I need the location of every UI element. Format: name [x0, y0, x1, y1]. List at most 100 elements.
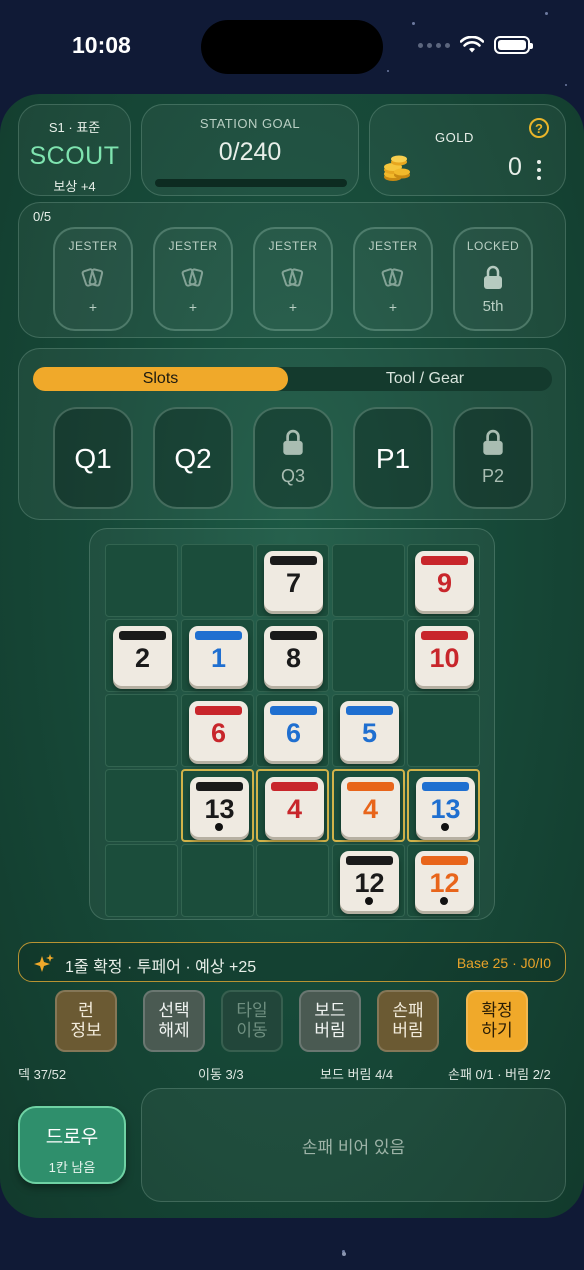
- station-goal-panel: STATION GOAL 0/240: [141, 104, 359, 196]
- tile[interactable]: 9: [415, 551, 474, 611]
- jester-slot[interactable]: JESTER +: [53, 227, 133, 331]
- coins-icon: [384, 155, 410, 181]
- tile[interactable]: 12: [340, 851, 399, 911]
- tile-pip: [365, 897, 373, 905]
- jester-slot-label: JESTER: [168, 239, 218, 253]
- discard-board-button[interactable]: 보드 버림: [299, 990, 361, 1052]
- status-icons: [418, 36, 533, 54]
- tile-color-band: [346, 706, 393, 715]
- more-menu-icon[interactable]: [535, 160, 543, 180]
- board-cell[interactable]: 6: [181, 694, 254, 767]
- move-tile-button[interactable]: 타일 이동: [221, 990, 283, 1052]
- tile-number: 6: [210, 718, 227, 748]
- tile-color-band: [422, 782, 469, 791]
- tile[interactable]: 4: [265, 777, 324, 837]
- jester-slot[interactable]: JESTER +: [153, 227, 233, 331]
- draw-button[interactable]: 드로우 1칸 남음: [18, 1106, 126, 1184]
- board-cell[interactable]: [407, 694, 480, 767]
- tile[interactable]: 12: [415, 851, 474, 911]
- tile-number: 13: [430, 794, 461, 824]
- tile[interactable]: 13: [416, 777, 475, 837]
- board-cell[interactable]: [105, 769, 178, 842]
- jester-slot-unlock: 5th: [482, 298, 504, 315]
- tile-color-band: [421, 556, 468, 565]
- tile[interactable]: 6: [189, 701, 248, 761]
- gold-label: GOLD: [435, 130, 474, 145]
- slot-label: P2: [481, 466, 505, 486]
- board-cell[interactable]: 10: [407, 619, 480, 692]
- star: [565, 84, 567, 86]
- board-cell[interactable]: 8: [256, 619, 329, 692]
- board-cell[interactable]: 1: [181, 619, 254, 692]
- jester-slot-locked: LOCKED 5th: [453, 227, 533, 331]
- board-cell[interactable]: 2: [105, 619, 178, 692]
- board-cell[interactable]: 7: [256, 544, 329, 617]
- tab-slots[interactable]: Slots: [33, 367, 288, 391]
- tile-color-band: [271, 782, 318, 791]
- tile-pip: [440, 897, 448, 905]
- tile-number: 8: [285, 643, 302, 673]
- tile-pip: [441, 823, 449, 831]
- board-cell[interactable]: [105, 544, 178, 617]
- board-cell[interactable]: [105, 844, 178, 917]
- run-info-button[interactable]: 런 정보: [55, 990, 117, 1052]
- jester-slot-label: JESTER: [68, 239, 118, 253]
- tile[interactable]: 13: [190, 777, 249, 837]
- cards-icon: [281, 268, 304, 287]
- cards-icon: [381, 268, 404, 287]
- game-screen: S1 · 표준 SCOUT 보상 +4 STATION GOAL 0/240 G…: [0, 94, 584, 1218]
- gold-panel: GOLD ? 0: [369, 104, 566, 196]
- help-icon[interactable]: ?: [529, 118, 549, 138]
- jester-slot-label: LOCKED: [466, 239, 520, 253]
- deselect-button[interactable]: 선택 해제: [143, 990, 205, 1052]
- tile[interactable]: 2: [113, 626, 172, 686]
- tile[interactable]: 5: [340, 701, 399, 761]
- board-cell[interactable]: [181, 544, 254, 617]
- confirm-button[interactable]: 확정 하기: [466, 990, 528, 1052]
- jester-slot[interactable]: JESTER +: [253, 227, 333, 331]
- cards-icon: [81, 268, 104, 287]
- slot-label: Q2: [174, 443, 212, 474]
- board-cell-selected[interactable]: 13: [181, 769, 254, 842]
- board-cell-selected[interactable]: 13: [407, 769, 480, 842]
- discard-hand-button[interactable]: 손패 버림: [377, 990, 439, 1052]
- wifi-icon: [460, 36, 484, 53]
- tile[interactable]: 7: [264, 551, 323, 611]
- board-cell[interactable]: 5: [332, 694, 405, 767]
- tile[interactable]: 6: [264, 701, 323, 761]
- tab-tool-gear[interactable]: Tool / Gear: [298, 367, 552, 391]
- board-cell[interactable]: 9: [407, 544, 480, 617]
- board-cell[interactable]: 12: [407, 844, 480, 917]
- tile[interactable]: 8: [264, 626, 323, 686]
- tile-number: 2: [134, 643, 151, 673]
- hand-area[interactable]: 손패 비어 있음: [141, 1088, 566, 1202]
- tile-number: 4: [286, 794, 303, 824]
- star: [412, 22, 415, 25]
- board-cell[interactable]: [105, 694, 178, 767]
- board-cell-selected[interactable]: 4: [332, 769, 405, 842]
- reward-label: 보상 +4: [53, 179, 96, 194]
- draw-remaining: 1칸 남음: [48, 1160, 96, 1175]
- board-cell[interactable]: [332, 544, 405, 617]
- deck-count: 덱 37/52: [18, 1067, 67, 1082]
- hand-empty-text: 손패 비어 있음: [301, 1138, 406, 1157]
- tile[interactable]: 1: [189, 626, 248, 686]
- slot-p1[interactable]: P1: [353, 407, 433, 509]
- jester-slot[interactable]: JESTER +: [353, 227, 433, 331]
- lock-icon: [484, 265, 502, 289]
- tile[interactable]: 4: [341, 777, 400, 837]
- board-cell-selected[interactable]: 4: [256, 769, 329, 842]
- run-tier-panel[interactable]: S1 · 표준 SCOUT 보상 +4: [18, 104, 131, 196]
- slots-tab-bar: Slots Tool / Gear: [33, 367, 552, 391]
- board-cell[interactable]: [332, 619, 405, 692]
- board-cell[interactable]: 6: [256, 694, 329, 767]
- board-cell[interactable]: 12: [332, 844, 405, 917]
- board-cell[interactable]: [181, 844, 254, 917]
- jester-slot-label: JESTER: [268, 239, 318, 253]
- tile[interactable]: 10: [415, 626, 474, 686]
- goal-value: 0/240: [218, 138, 282, 166]
- slot-q2[interactable]: Q2: [153, 407, 233, 509]
- slot-q1[interactable]: Q1: [53, 407, 133, 509]
- goal-progress-bar: [155, 179, 347, 187]
- board-cell[interactable]: [256, 844, 329, 917]
